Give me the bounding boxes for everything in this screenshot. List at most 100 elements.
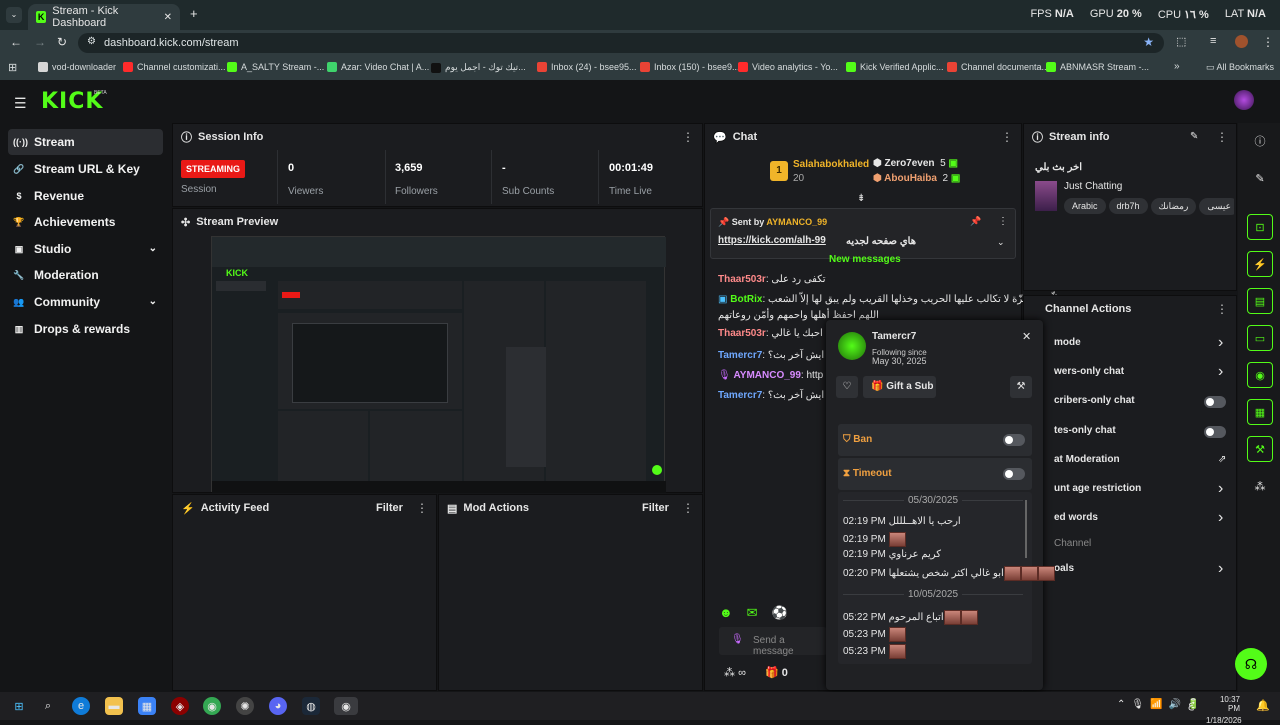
channel-action-item[interactable]: unt age restriction (1054, 483, 1141, 494)
gift-rail-icon[interactable]: ⁂ (1247, 473, 1273, 499)
chat-username[interactable]: Tamercr7 (718, 350, 762, 361)
bookmark-item[interactable]: Channel documenta... (947, 62, 1049, 72)
media-icon[interactable]: ≡ (1210, 35, 1216, 47)
sidebar-item-studio[interactable]: ▣ Studio ⌄ (8, 236, 163, 262)
chat-rail-icon[interactable]: ▭ (1247, 325, 1273, 351)
chat-username[interactable]: Tamercr7 (718, 390, 762, 401)
chrome-icon[interactable]: ◉ (203, 697, 221, 715)
hamburger-menu-icon[interactable]: ☰ (14, 95, 27, 112)
stream-preview-video[interactable]: KICK (211, 236, 666, 493)
leader-2[interactable]: ⬢ Zero7even 5 ▣ (873, 158, 958, 169)
sidebar-item-achievements[interactable]: 🏆 Achievements (8, 209, 163, 235)
store-icon[interactable]: ▦ (138, 697, 156, 715)
chat-username[interactable]: Thaar503r (718, 328, 766, 339)
ban-row[interactable]: ⛉ Ban (838, 424, 1032, 456)
sidebar-item-stream-url-key[interactable]: 🔗 Stream URL & Key (8, 156, 163, 182)
site-info-icon[interactable]: ⚙ (87, 36, 96, 47)
new-messages-label[interactable]: New messages (829, 254, 901, 265)
pinned-menu-icon[interactable]: ⋮ (998, 216, 1008, 227)
bookmark-item[interactable]: A_SALTY Stream -... (227, 62, 324, 72)
chatgpt-icon[interactable]: ✺ (236, 697, 254, 715)
new-tab-icon[interactable]: + (190, 6, 198, 21)
activity-filter-button[interactable]: Filter (376, 502, 403, 514)
all-bookmarks[interactable]: ▭ All Bookmarks (1206, 62, 1274, 73)
tab-close-icon[interactable]: ✕ (164, 12, 172, 23)
clock[interactable]: 10:37 PM 1/18/2026 (1206, 695, 1242, 725)
chat-username[interactable]: AYMANCO_99 (733, 370, 800, 381)
chevron-right-icon[interactable]: › (1218, 363, 1223, 381)
unpin-icon[interactable]: 📌 (970, 216, 981, 227)
leader-1-name[interactable]: Salahabokhaled (793, 159, 869, 170)
address-bar[interactable]: ⚙ dashboard.kick.com/stream ★ (78, 33, 1164, 53)
chat-username[interactable]: BotRix (730, 294, 762, 305)
stream-tag[interactable]: Arabic (1064, 198, 1106, 214)
lightning-rail-icon[interactable]: ⚡ (1247, 251, 1273, 277)
channel-actions-menu-icon[interactable]: ⋮ (1216, 302, 1228, 316)
stream-tag[interactable]: رمضانك (1150, 198, 1197, 215)
steam-icon[interactable]: ◍ (302, 697, 320, 715)
chevron-right-icon[interactable]: › (1218, 509, 1223, 527)
file-explorer-icon[interactable]: ▬ (105, 697, 123, 715)
layout-rail-icon[interactable]: ▦ (1247, 399, 1273, 425)
chevron-right-icon[interactable]: › (1218, 480, 1223, 498)
chevron-right-icon[interactable]: › (1218, 560, 1223, 578)
chat-message[interactable]: Thaar503r: اني احبك يا غالي (718, 328, 840, 339)
gift-counter[interactable]: 🎁 0 (765, 666, 788, 679)
bookmark-item[interactable]: تيك توك - اجمل يوم... (431, 62, 526, 73)
mod-tool-icon[interactable]: ⚒ (1010, 376, 1032, 398)
help-chat-button[interactable]: ☊ (1235, 648, 1267, 680)
wrench-rail-icon[interactable]: ⚒ (1247, 436, 1273, 462)
external-link-icon[interactable]: ⇗ (1218, 454, 1226, 465)
emote-row[interactable]: ☻✉⚽ (719, 605, 802, 621)
close-icon[interactable]: ✕ (1022, 330, 1031, 343)
app-icon[interactable]: ◈ (171, 697, 189, 715)
edit-pencil-icon[interactable]: ✎ (1190, 131, 1198, 142)
timeout-toggle[interactable] (1003, 468, 1025, 480)
edge-icon[interactable]: e (72, 697, 90, 715)
pinned-message[interactable]: 📌 Sent by AYMANCO_99 https://kick.com/al… (710, 208, 1016, 259)
broadcast-rail-icon[interactable]: ◉ (1247, 362, 1273, 388)
info-rail-icon[interactable]: ⓘ (1247, 128, 1273, 154)
channel-action-item[interactable]: oals (1054, 563, 1074, 574)
input-language[interactable]: ع (1188, 700, 1194, 711)
pinned-link[interactable]: https://kick.com/alh-99 (718, 235, 826, 246)
bookmark-item[interactable]: Kick Verified Applic... (846, 62, 944, 72)
browser-tab[interactable]: K Stream - Kick Dashboard ✕ (28, 4, 180, 30)
bookmark-item[interactable]: Inbox (150) - bsee9... (640, 62, 740, 72)
channel-action-item[interactable]: mode (1054, 337, 1081, 348)
bookmark-star-icon[interactable]: ★ (1143, 35, 1154, 49)
channel-action-toggle[interactable] (1204, 426, 1226, 438)
pinned-user[interactable]: AYMANCO_99 (766, 217, 827, 227)
chat-message[interactable]: Tamercr7: ايش آخر بث؟ (718, 390, 824, 401)
bookmark-item[interactable]: Channel customizati... (123, 62, 226, 72)
forward-icon[interactable]: → (34, 35, 46, 49)
gift-infinity[interactable]: ⁂ ∞ (724, 666, 746, 679)
bookmarks-overflow-icon[interactable]: » (1174, 61, 1180, 72)
user-avatar[interactable] (1234, 90, 1254, 110)
chevron-right-icon[interactable]: › (1218, 334, 1223, 352)
chat-input[interactable]: 🎙 Send a message (719, 627, 827, 657)
popup-username[interactable]: Tamercr7 (872, 331, 916, 342)
chat-message[interactable]: ▣ BotRix: الّهم عـــزّة لا تكالب عليها ا… (718, 294, 1057, 305)
channel-action-item[interactable]: wers-only chat (1054, 366, 1124, 377)
expand-pinned-icon[interactable]: ⌄ (997, 237, 1005, 248)
gift-sub-button[interactable]: 🎁 Gift a Sub (863, 376, 936, 398)
bookmark-item[interactable]: vod-downloader (38, 62, 116, 72)
bookmark-item[interactable]: Azar: Video Chat | A... (327, 62, 429, 72)
notification-icon[interactable]: 🔔 (1256, 699, 1270, 712)
chat-message[interactable]: Tamercr7: ايش آخر بث؟ (718, 350, 824, 361)
stream-tag[interactable]: عيسى (1199, 198, 1234, 215)
browser-menu-icon[interactable]: ⋮ (1262, 35, 1274, 49)
bookmark-item[interactable]: Video analytics - Yo... (738, 62, 838, 72)
clip-rail-icon[interactable]: ⊡ (1247, 214, 1273, 240)
chat-menu-icon[interactable]: ⋮ (1001, 130, 1013, 144)
bookmark-item[interactable]: Inbox (24) - bsee95... (537, 62, 637, 72)
follow-heart-button[interactable]: ♡ (836, 376, 858, 398)
reload-icon[interactable]: ↻ (57, 35, 67, 49)
channel-action-toggle[interactable] (1204, 396, 1226, 408)
channel-action-item[interactable]: ed words (1054, 512, 1098, 523)
stream-info-menu-icon[interactable]: ⋮ (1216, 130, 1228, 144)
sidebar-item-stream[interactable]: ((·)) Stream (8, 129, 163, 155)
apps-grid-icon[interactable]: ⊞ (8, 61, 17, 74)
tab-search-icon[interactable]: ⌄ (6, 7, 22, 23)
